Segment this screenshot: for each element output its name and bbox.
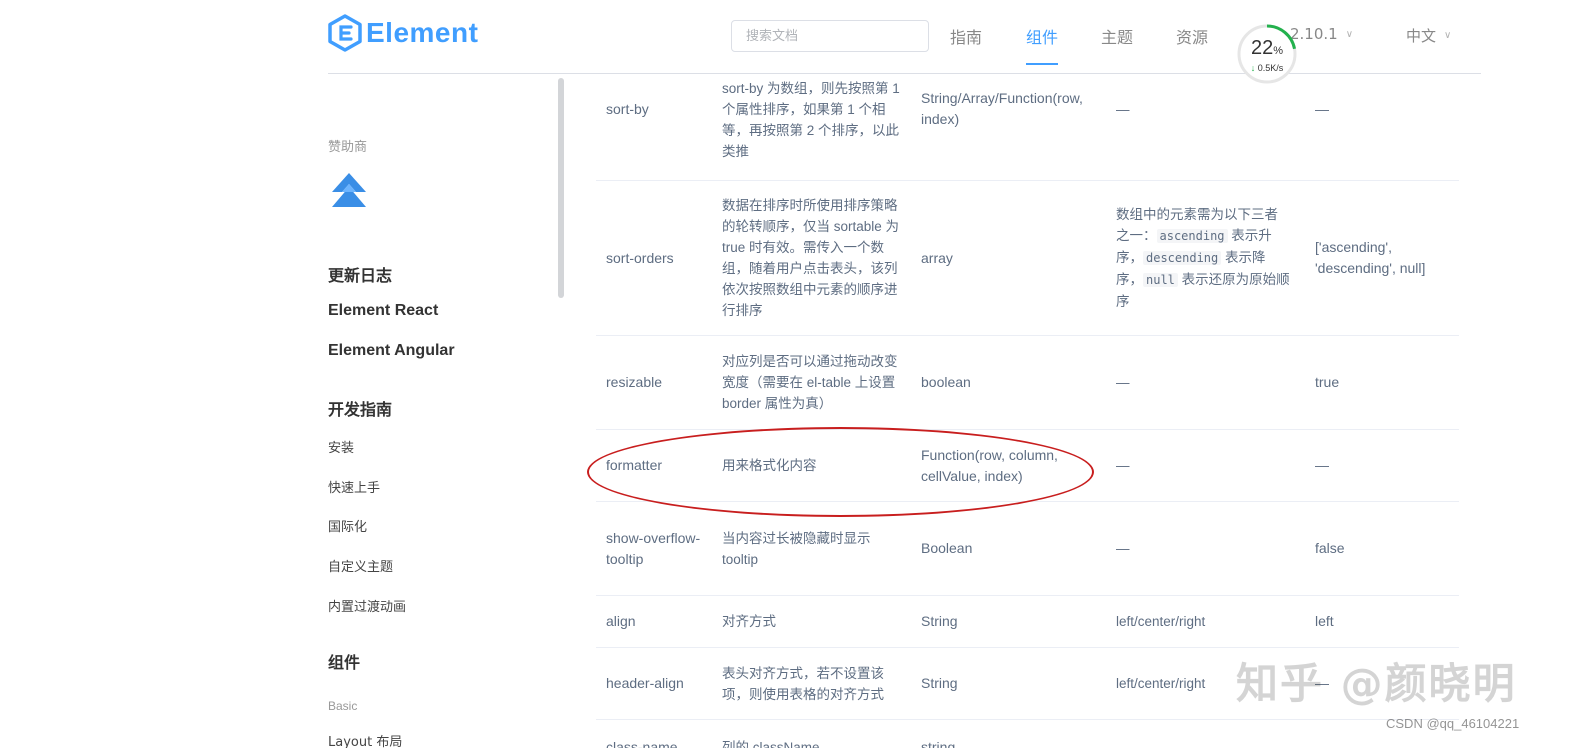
attr-options: — [1116, 458, 1130, 473]
attr-name: formatter [606, 457, 663, 473]
table-row: sort-orders 数据在排序时所使用排序策略的轮转顺序，仅当 sortab… [596, 181, 1459, 336]
table-row: class-name 列的 className string [596, 720, 1459, 748]
top-header: Element 指南 组件 主题 资源 2.10.1 ∨ 中文 ∨ [0, 0, 1581, 74]
attr-type: boolean [921, 374, 971, 390]
attr-desc: 对齐方式 [722, 614, 776, 629]
csdn-watermark: CSDN @qq_46104221 [1386, 716, 1520, 731]
sidebar-item-custom-theme[interactable]: 自定义主题 [328, 556, 393, 575]
code-ascending: ascending [1156, 229, 1228, 243]
speed-rate: ↓ 0.5K/s [1250, 63, 1284, 73]
version-label: 2.10.1 [1290, 25, 1338, 43]
sidebar-link-changelog[interactable]: 更新日志 [328, 262, 392, 286]
attr-desc: 表头对齐方式，若不设置该项，则使用表格的对齐方式 [722, 665, 884, 702]
attr-desc: 列的 className [722, 740, 820, 748]
attr-options: left/center/right [1116, 614, 1206, 629]
table-row: show-overflow-tooltip 当内容过长被隐藏时显示 toolti… [596, 502, 1459, 596]
attr-desc: 用来格式化内容 [722, 458, 817, 473]
sidebar-item-quickstart[interactable]: 快速上手 [328, 477, 380, 496]
nav-component[interactable]: 组件 [1026, 24, 1058, 48]
logo-text: Element [366, 17, 479, 48]
attr-options: — [1116, 375, 1130, 390]
nav-active-indicator [1026, 63, 1058, 65]
language-label: 中文 [1406, 27, 1437, 45]
sidebar-link-element-react[interactable]: Element React [328, 302, 438, 320]
attr-type: string [921, 739, 956, 748]
attr-default: true [1315, 374, 1340, 390]
search-input[interactable] [731, 20, 929, 52]
sponsor-logo[interactable] [332, 173, 366, 217]
attr-type: String [921, 675, 958, 691]
attr-name: resizable [606, 374, 663, 390]
speed-percent: 22% [1250, 37, 1284, 59]
nav-resource[interactable]: 资源 [1176, 24, 1208, 48]
sidebar-item-layout[interactable]: Layout 布局 [328, 731, 402, 748]
attr-type: Function(row, column, cellValue, index) [921, 446, 1058, 484]
attr-desc: 数据在排序时所使用排序策略的轮转顺序，仅当 sortable 为 true 时有… [722, 198, 900, 318]
attr-desc: 对应列是否可以通过拖动改变宽度（需要在 el-table 上设置 border … [722, 354, 898, 411]
attr-name: show-overflow-tooltip [606, 529, 701, 567]
chevron-down-icon: ∨ [1345, 28, 1354, 40]
version-select[interactable]: 2.10.1 ∨ [1290, 25, 1353, 43]
element-logo[interactable]: Element [328, 14, 478, 52]
sidebar-link-element-angular[interactable]: Element Angular [328, 342, 455, 360]
language-select[interactable]: 中文 ∨ [1406, 25, 1451, 46]
nav-guide[interactable]: 指南 [950, 24, 982, 48]
attr-type: array [921, 249, 953, 266]
sidebar-item-i18n[interactable]: 国际化 [328, 516, 367, 535]
attr-default: left [1315, 613, 1334, 629]
element-logo-icon [328, 14, 362, 52]
table-row: align 对齐方式 String left/center/right left [596, 596, 1459, 648]
attr-name: header-align [606, 675, 684, 691]
table-row: formatter 用来格式化内容 Function(row, column, … [596, 430, 1459, 502]
arrow-down-icon: ↓ [1250, 63, 1256, 73]
attr-name: sort-orders [606, 249, 674, 266]
network-speed-widget[interactable]: 22% ↓ 0.5K/s [1237, 24, 1297, 84]
sponsor-label: 赞助商 [328, 140, 368, 155]
sponsor-arrow-icon [332, 173, 366, 207]
sidebar-group-basic: Basic [328, 699, 358, 713]
attr-options: — [1116, 541, 1130, 556]
attr-default: false [1315, 540, 1345, 556]
nav-theme[interactable]: 主题 [1101, 24, 1133, 48]
table-row: resizable 对应列是否可以通过拖动改变宽度（需要在 el-table 上… [596, 336, 1459, 430]
header-divider [328, 73, 1481, 74]
attr-type: Boolean [921, 540, 973, 556]
code-null: null [1143, 273, 1178, 287]
sidebar-title-dev-guide: 开发指南 [328, 400, 393, 419]
sidebar-title-components: 组件 [328, 653, 361, 672]
attr-type: String [921, 613, 958, 629]
attr-desc: 当内容过长被隐藏时显示 tooltip [722, 530, 871, 567]
attr-default: ['ascending', 'descending', null] [1315, 239, 1426, 276]
attr-name: align [606, 613, 636, 629]
zhihu-watermark: 知乎 @颜晓明 [1236, 659, 1517, 708]
code-descending: descending [1143, 251, 1222, 265]
attr-default: — [1315, 457, 1329, 473]
sidebar-item-install[interactable]: 安装 [328, 437, 354, 456]
sidebar-scrollbar[interactable] [558, 78, 564, 298]
chevron-down-icon: ∨ [1444, 30, 1452, 41]
attr-name: class-name [606, 739, 678, 748]
sidebar-item-transition[interactable]: 内置过渡动画 [328, 596, 406, 615]
attr-options: 数组中的元素需为以下三者之一： ascending 表示升序， descending… [1116, 207, 1290, 309]
